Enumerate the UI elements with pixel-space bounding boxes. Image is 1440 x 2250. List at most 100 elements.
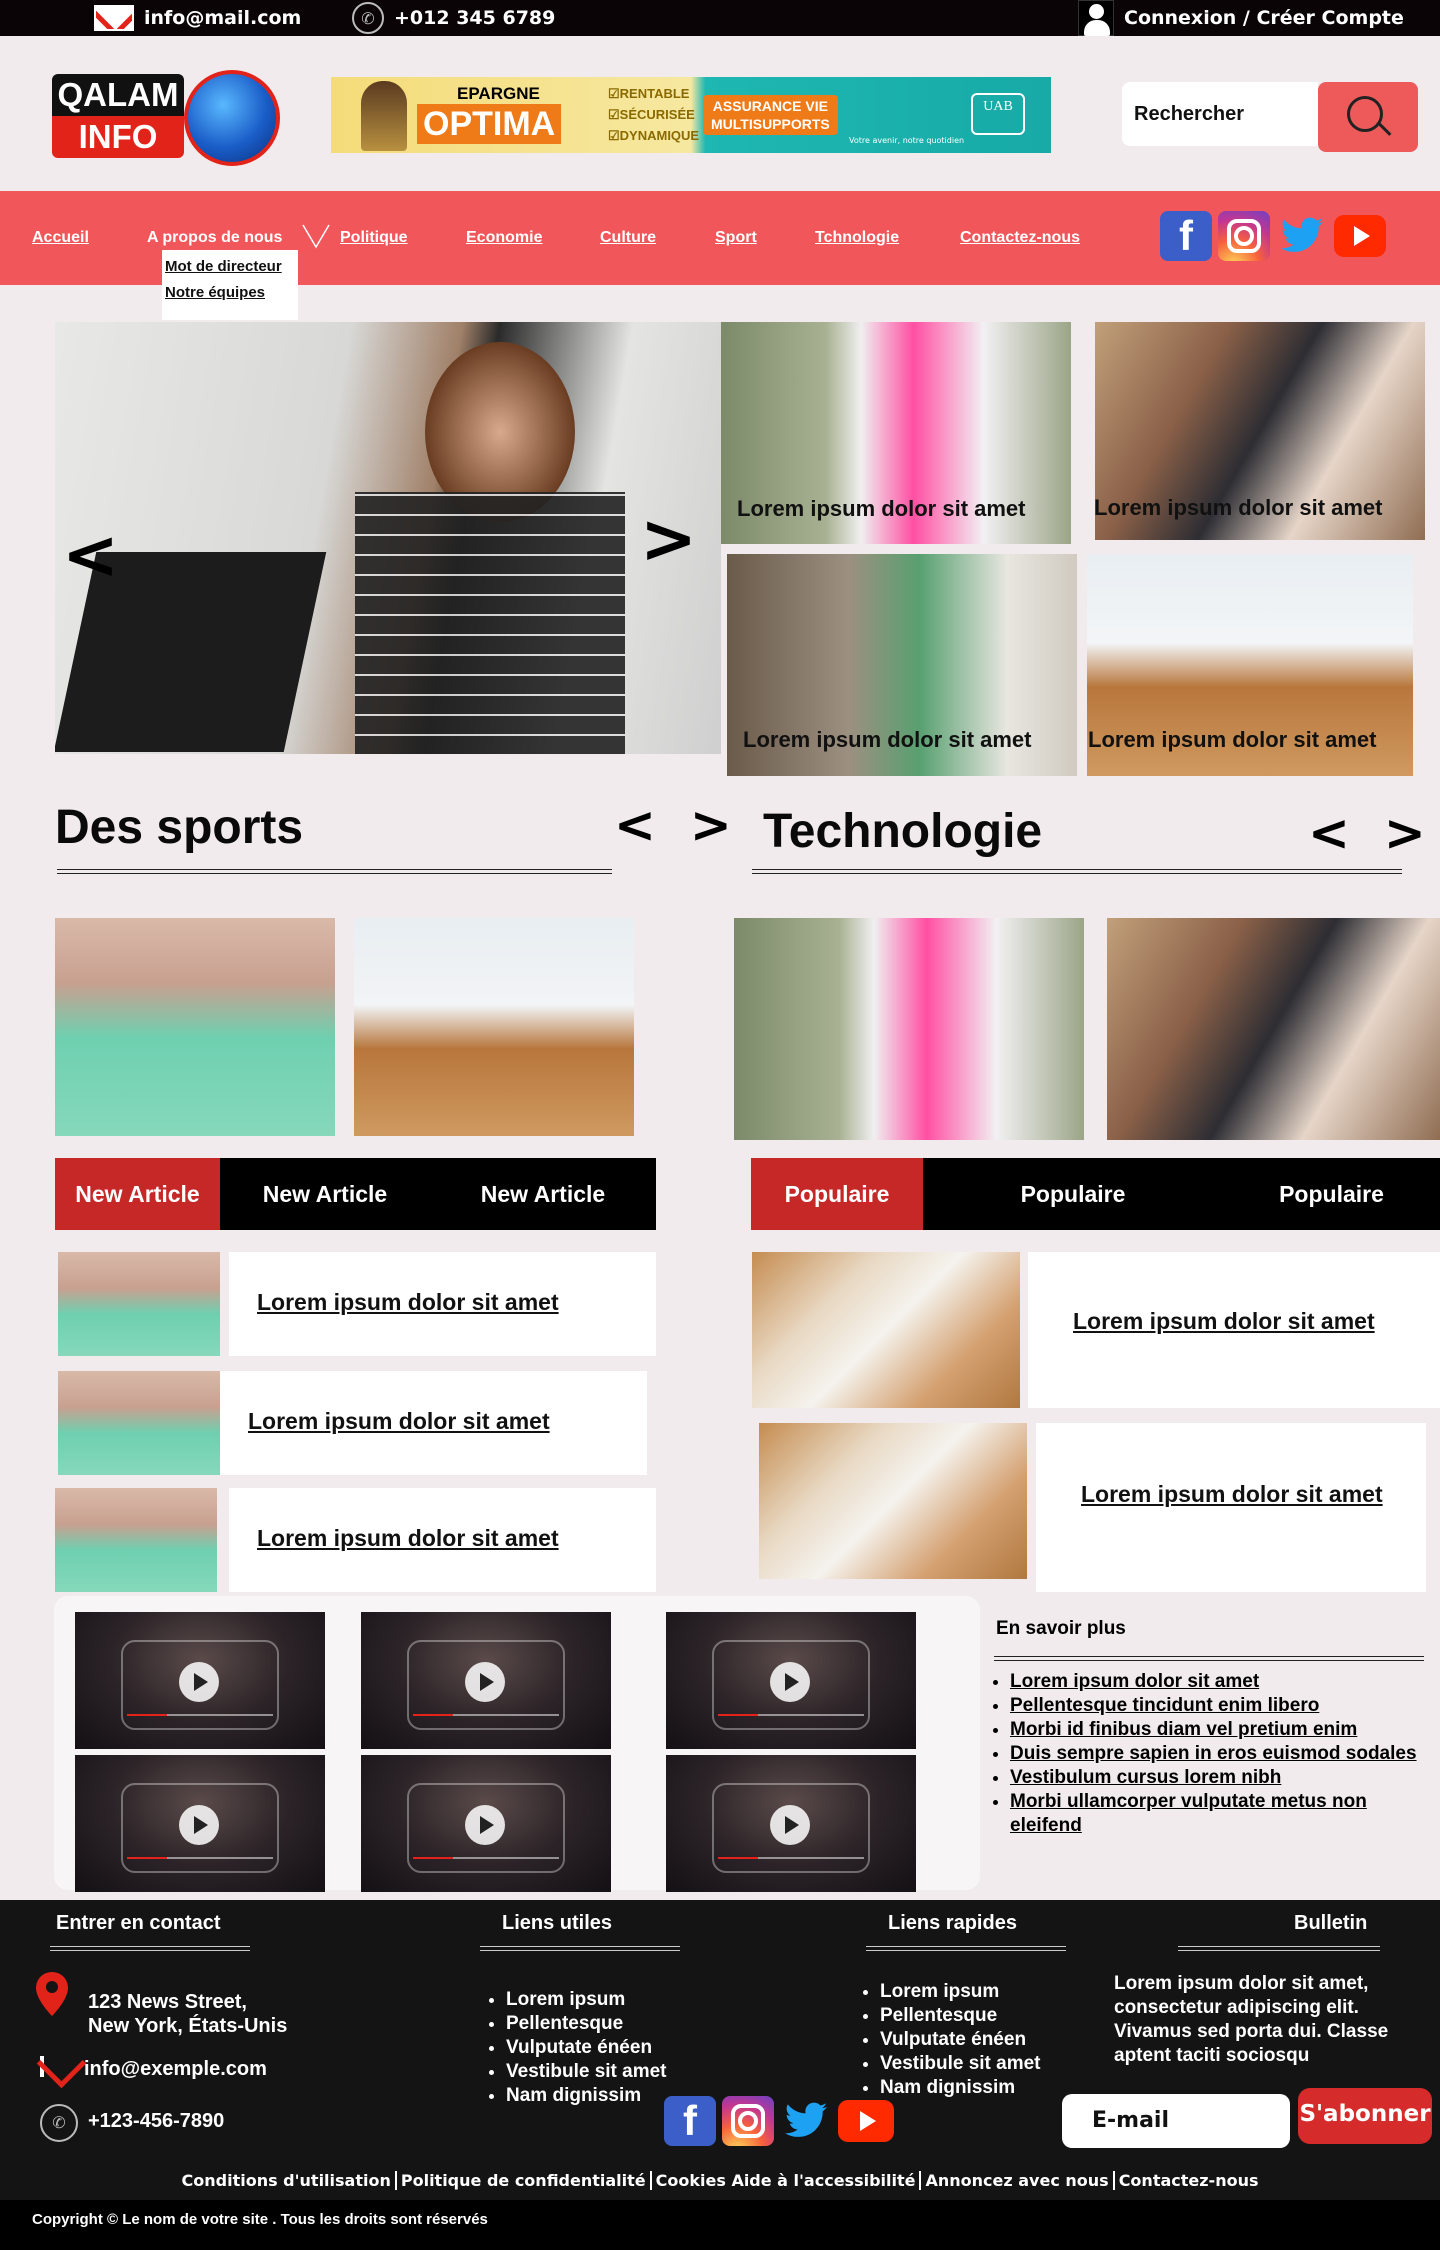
nav-item-sport[interactable]: Sport bbox=[715, 191, 757, 285]
instagram-icon[interactable] bbox=[1218, 211, 1270, 261]
tech-next-arrow[interactable]: > bbox=[1384, 808, 1426, 858]
play-icon[interactable] bbox=[179, 1805, 219, 1845]
play-icon[interactable] bbox=[465, 1662, 505, 1702]
popular-thumb[interactable] bbox=[752, 1252, 1020, 1408]
footer-link[interactable]: Lorem ipsum bbox=[880, 1980, 1041, 2004]
tab-populaire-3[interactable]: Populaire bbox=[1223, 1158, 1440, 1230]
video-thumbnail[interactable] bbox=[666, 1755, 916, 1892]
play-icon[interactable] bbox=[465, 1805, 505, 1845]
sports-next-arrow[interactable]: > bbox=[690, 800, 732, 850]
topbar-email[interactable]: info@mail.com bbox=[94, 0, 301, 36]
article-thumb[interactable] bbox=[58, 1371, 220, 1475]
article-title[interactable]: Lorem ipsum dolor sit amet bbox=[257, 1289, 559, 1316]
more-link[interactable]: Morbi id finibus diam vel pretium enim bbox=[1010, 1718, 1430, 1742]
dropdown-item-equipes[interactable]: Notre équipes bbox=[165, 284, 265, 301]
tab-populaire-2[interactable]: Populaire bbox=[923, 1158, 1223, 1230]
article-title[interactable]: Lorem ipsum dolor sit amet bbox=[257, 1525, 559, 1552]
nav-item-accueil[interactable]: Accueil bbox=[32, 191, 89, 285]
hero-caption-1[interactable]: Lorem ipsum dolor sit amet bbox=[737, 496, 1026, 522]
subscribe-button[interactable]: S'abonner bbox=[1298, 2088, 1432, 2144]
footer-link[interactable]: Vulputate énéen bbox=[880, 2028, 1041, 2052]
tab-new-article-3[interactable]: New Article bbox=[430, 1158, 656, 1230]
sports-prev-arrow[interactable]: < bbox=[614, 800, 656, 850]
tech-prev-arrow[interactable]: < bbox=[1308, 808, 1350, 858]
site-logo[interactable]: QALAM INFO bbox=[52, 66, 292, 166]
popular-card[interactable]: Lorem ipsum dolor sit amet bbox=[1028, 1252, 1440, 1408]
article-card[interactable]: Lorem ipsum dolor sit amet bbox=[220, 1371, 647, 1475]
hero-prev-arrow[interactable]: < bbox=[62, 522, 119, 590]
article-card[interactable]: Lorem ipsum dolor sit amet bbox=[229, 1252, 656, 1356]
nav-item-culture[interactable]: Culture bbox=[600, 191, 656, 285]
tech-image-1[interactable] bbox=[734, 918, 1084, 1140]
dropdown-item-directeur[interactable]: Mot de directeur bbox=[165, 258, 282, 275]
footer-link[interactable]: Nam dignissim bbox=[880, 2076, 1041, 2100]
nav-item-politique[interactable]: Politique bbox=[340, 191, 408, 285]
sports-image-1[interactable] bbox=[55, 918, 335, 1136]
tab-populaire-1[interactable]: Populaire bbox=[751, 1158, 923, 1230]
twitter-icon[interactable] bbox=[780, 2096, 832, 2146]
footer-link[interactable]: Lorem ipsum bbox=[506, 1988, 667, 2012]
footer-link[interactable]: Vestibule sit amet bbox=[506, 2060, 667, 2084]
twitter-icon[interactable] bbox=[1276, 211, 1328, 261]
facebook-icon[interactable]: f bbox=[664, 2096, 716, 2146]
youtube-icon[interactable] bbox=[1334, 215, 1386, 257]
search-button[interactable] bbox=[1318, 82, 1418, 152]
play-icon[interactable] bbox=[770, 1805, 810, 1845]
nav-item-economie[interactable]: Economie bbox=[466, 191, 542, 285]
more-link[interactable]: Morbi ullamcorper vulputate metus non el… bbox=[1010, 1790, 1430, 1838]
youtube-icon[interactable] bbox=[838, 2100, 894, 2142]
hero-caption-3[interactable]: Lorem ipsum dolor sit amet bbox=[743, 727, 1032, 753]
chevron-down-icon[interactable] bbox=[301, 223, 331, 249]
newsletter-email-input[interactable]: E-mail bbox=[1062, 2094, 1290, 2148]
video-thumbnail[interactable] bbox=[75, 1612, 325, 1749]
search-input[interactable]: Rechercher bbox=[1122, 82, 1318, 146]
tab-new-article-1[interactable]: New Article bbox=[55, 1158, 220, 1230]
footer-link[interactable]: Vestibule sit amet bbox=[880, 2052, 1041, 2076]
new-article-tabs: New Article New Article New Article bbox=[55, 1158, 656, 1230]
video-thumbnail[interactable] bbox=[361, 1755, 611, 1892]
popular-card[interactable]: Lorem ipsum dolor sit amet bbox=[1036, 1423, 1426, 1592]
more-link[interactable]: Lorem ipsum dolor sit amet bbox=[1010, 1670, 1430, 1694]
topbar-phone[interactable]: ✆ +012 345 6789 bbox=[352, 0, 555, 36]
legal-link[interactable]: Annoncez avec nous bbox=[919, 2170, 1112, 2190]
legal-link[interactable]: Contactez-nous bbox=[1112, 2170, 1263, 2190]
footer-phone[interactable]: +123-456-7890 bbox=[88, 2110, 224, 2133]
instagram-icon[interactable] bbox=[722, 2096, 774, 2146]
hero-caption-4[interactable]: Lorem ipsum dolor sit amet bbox=[1088, 727, 1377, 753]
play-icon[interactable] bbox=[179, 1662, 219, 1702]
footer-link[interactable]: Nam dignissim bbox=[506, 2084, 667, 2108]
article-thumb[interactable] bbox=[58, 1252, 220, 1356]
video-thumbnail[interactable] bbox=[666, 1612, 916, 1749]
legal-link[interactable]: Conditions d'utilisation bbox=[178, 2171, 395, 2190]
shirt-shape bbox=[355, 492, 625, 754]
hero-slide-image[interactable] bbox=[55, 322, 721, 754]
article-card[interactable]: Lorem ipsum dolor sit amet bbox=[229, 1488, 656, 1592]
article-title[interactable]: Lorem ipsum dolor sit amet bbox=[248, 1408, 550, 1435]
more-link[interactable]: Vestibulum cursus lorem nibh bbox=[1010, 1766, 1430, 1790]
ad-banner[interactable]: EPARGNE OPTIMA ☑RENTABLE ☑SÉCURISÉE ☑DYN… bbox=[331, 77, 1051, 153]
legal-link[interactable]: Cookies Aide à l'accessibilité bbox=[649, 2170, 920, 2190]
nav-item-contact[interactable]: Contactez-nous bbox=[960, 191, 1080, 285]
footer-link[interactable]: Pellentesque bbox=[506, 2012, 667, 2036]
account-link[interactable]: Connexion / Créer Compte bbox=[1078, 0, 1404, 36]
legal-link[interactable]: Politique de confidentialité bbox=[394, 2170, 650, 2190]
more-link[interactable]: Duis sempre sapien in eros euismod sodal… bbox=[1010, 1742, 1430, 1766]
facebook-icon[interactable]: f bbox=[1160, 211, 1212, 261]
video-thumbnail[interactable] bbox=[361, 1612, 611, 1749]
tech-image-2[interactable] bbox=[1107, 918, 1440, 1140]
sports-image-2[interactable] bbox=[354, 918, 634, 1136]
more-link[interactable]: Pellentesque tincidunt enim libero bbox=[1010, 1694, 1430, 1718]
footer-link[interactable]: Vulputate énéen bbox=[506, 2036, 667, 2060]
play-icon[interactable] bbox=[770, 1662, 810, 1702]
nav-item-technologie[interactable]: Tchnologie bbox=[815, 191, 899, 285]
video-thumbnail[interactable] bbox=[75, 1755, 325, 1892]
footer-link[interactable]: Pellentesque bbox=[880, 2004, 1041, 2028]
popular-title[interactable]: Lorem ipsum dolor sit amet bbox=[1073, 1308, 1375, 1335]
article-thumb[interactable] bbox=[55, 1488, 217, 1592]
popular-thumb[interactable] bbox=[759, 1423, 1027, 1579]
popular-title[interactable]: Lorem ipsum dolor sit amet bbox=[1081, 1481, 1383, 1508]
tab-new-article-2[interactable]: New Article bbox=[220, 1158, 430, 1230]
hero-caption-2[interactable]: Lorem ipsum dolor sit amet bbox=[1094, 495, 1383, 521]
hero-next-arrow[interactable]: > bbox=[640, 506, 697, 574]
footer-email[interactable]: info@exemple.com bbox=[84, 2058, 267, 2081]
